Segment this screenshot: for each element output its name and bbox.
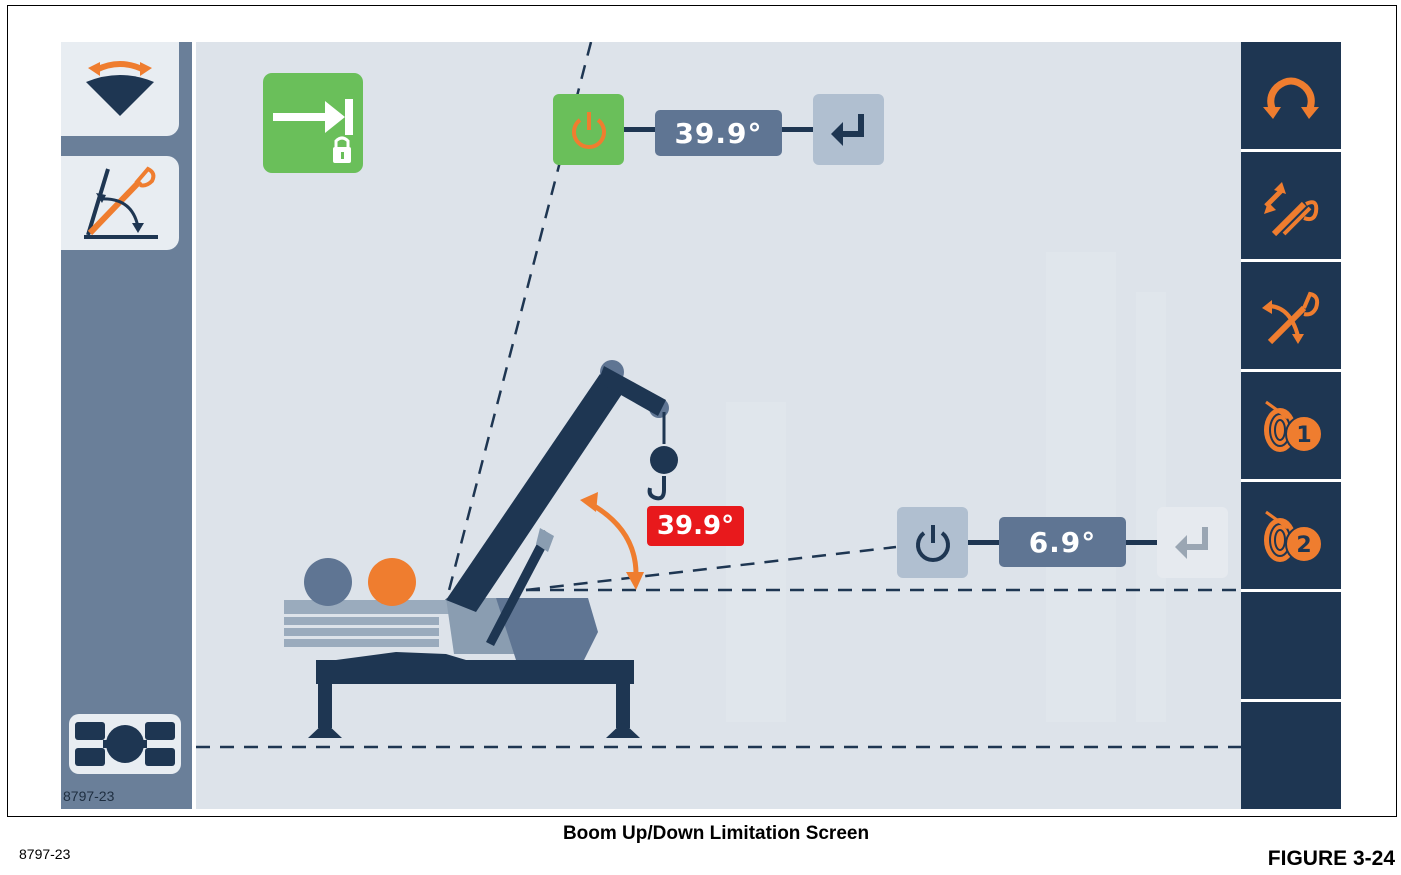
winch-1-label: 1	[1296, 423, 1311, 448]
lower-limit-toggle-button[interactable]	[897, 507, 968, 578]
winch-2-button[interactable]: 2	[1241, 482, 1341, 589]
right-sidebar: 1 2	[1241, 42, 1341, 809]
enter-icon	[1174, 526, 1208, 559]
upper-limit-enter-button[interactable]	[813, 94, 884, 165]
current-boom-angle: 39.9°	[647, 506, 744, 546]
boom-telescope-icon	[1264, 181, 1319, 236]
tab-boom-angle-limit[interactable]	[61, 156, 179, 250]
tab-swing-limit[interactable]	[61, 42, 179, 136]
outrigger-config-button[interactable]	[69, 714, 181, 774]
upper-limit-value[interactable]: 39.9°	[655, 110, 782, 156]
lower-limit-enter-button[interactable]	[1157, 507, 1228, 578]
lower-connector-right	[1126, 540, 1157, 545]
power-icon	[571, 111, 606, 149]
outrigger-config-icon	[75, 722, 175, 766]
upper-connector-left	[624, 127, 655, 132]
limit-mode-indicator[interactable]	[263, 73, 363, 173]
upper-connector-right	[782, 127, 813, 132]
end-stop-lock-icon	[273, 99, 353, 163]
empty-slot-button[interactable]	[1241, 592, 1341, 699]
left-sidebar: 8797-23	[61, 42, 192, 809]
swing-rotation-icon	[1263, 77, 1319, 119]
figure-label: FIGURE 3-24	[1267, 847, 1395, 870]
upper-limit-toggle-button[interactable]	[553, 94, 624, 165]
swing-rotation-button[interactable]	[1241, 42, 1341, 149]
figure-caption: Boom Up/Down Limitation Screen	[562, 823, 870, 844]
winch-2-icon: 2	[1264, 510, 1323, 563]
empty-slot-button[interactable]	[1241, 702, 1341, 809]
power-icon	[915, 524, 950, 562]
winch-2-label: 2	[1296, 533, 1311, 558]
winch-1-icon: 1	[1264, 400, 1323, 453]
winch-1-button[interactable]: 1	[1241, 372, 1341, 479]
boom-angle-limit-icon	[84, 166, 158, 239]
lower-connector-left	[968, 540, 999, 545]
boom-lift-button[interactable]	[1241, 262, 1341, 369]
boom-limit-screen: 39.9° 6.9° 39.9°	[196, 42, 1241, 809]
swing-limit-icon	[86, 61, 154, 116]
boom-telescope-button[interactable]	[1241, 152, 1341, 259]
angle-arc	[589, 501, 639, 575]
enter-icon	[830, 113, 864, 146]
lower-limit-line	[525, 545, 897, 592]
figure-code: 8797-23	[19, 846, 71, 862]
boom-lift-icon	[1262, 291, 1320, 344]
figure-code-left: 8797-23	[63, 788, 115, 804]
lower-limit-value[interactable]: 6.9°	[999, 517, 1126, 567]
